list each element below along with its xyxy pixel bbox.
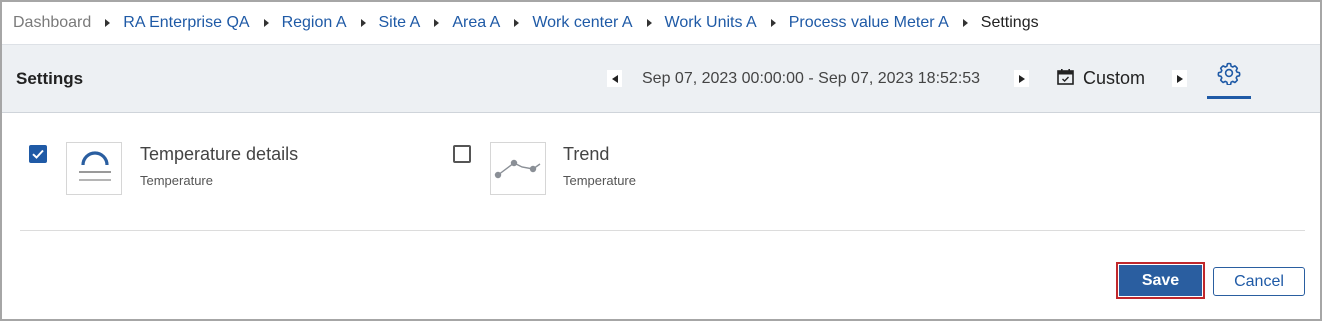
breadcrumb-current-settings: Settings <box>980 14 1039 31</box>
gear-icon <box>1217 62 1241 85</box>
breadcrumb-separator-icon <box>105 19 111 27</box>
trend-subtitle: Temperature <box>563 173 636 188</box>
breadcrumb-process-value-meter[interactable]: Process value Meter A <box>789 14 949 32</box>
range-mode-dropdown[interactable]: Custom <box>1083 68 1145 89</box>
temperature-details-checkbox[interactable] <box>29 145 47 163</box>
breadcrumb-work-units[interactable]: Work Units A <box>665 14 757 32</box>
date-range-text: Sep 07, 2023 00:00:00 - Sep 07, 2023 18:… <box>642 70 981 87</box>
breadcrumb-separator-icon <box>770 19 776 27</box>
trend-line-icon <box>494 159 541 179</box>
temperature-details-subtitle: Temperature <box>140 173 213 188</box>
breadcrumb-enterprise[interactable]: RA Enterprise QA <box>123 14 249 32</box>
breadcrumb-separator-icon <box>360 19 366 27</box>
settings-header-bar: Settings Sep 07, 2023 00:00:00 - Sep 07,… <box>2 44 1320 113</box>
range-mode-next-button[interactable] <box>1172 70 1187 87</box>
trend-thumbnail <box>490 142 546 195</box>
next-range-button[interactable] <box>1014 70 1029 87</box>
breadcrumb-area[interactable]: Area A <box>452 14 500 32</box>
save-button[interactable]: Save <box>1119 265 1202 296</box>
chevron-right-icon <box>1176 74 1183 83</box>
cancel-button[interactable]: Cancel <box>1213 267 1305 296</box>
breadcrumb-dashboard[interactable]: Dashboard <box>13 14 91 32</box>
divider <box>20 230 1305 231</box>
trend-checkbox[interactable] <box>453 145 471 163</box>
breadcrumb: Dashboard RA Enterprise QA Region A Site… <box>2 2 1320 44</box>
trend-title: Trend <box>563 144 610 164</box>
checkmark-icon <box>32 149 44 159</box>
prev-range-button[interactable] <box>607 70 622 87</box>
breadcrumb-separator-icon <box>263 19 269 27</box>
breadcrumb-separator-icon <box>434 19 440 27</box>
page-title: Settings <box>16 69 84 88</box>
breadcrumb-work-center[interactable]: Work center A <box>532 14 632 32</box>
temperature-details-thumbnail <box>66 142 122 195</box>
gauge-icon <box>79 151 111 181</box>
chevron-left-icon <box>611 74 618 83</box>
breadcrumb-site[interactable]: Site A <box>379 14 421 32</box>
temperature-details-title: Temperature details <box>140 144 299 164</box>
breadcrumb-separator-icon <box>514 19 520 27</box>
tab-settings[interactable] <box>1207 61 1251 99</box>
calendar-icon[interactable] <box>1057 69 1074 85</box>
chevron-right-icon <box>1018 74 1025 83</box>
breadcrumb-separator-icon <box>962 19 968 27</box>
breadcrumb-region[interactable]: Region A <box>282 14 347 32</box>
breadcrumb-separator-icon <box>646 19 652 27</box>
